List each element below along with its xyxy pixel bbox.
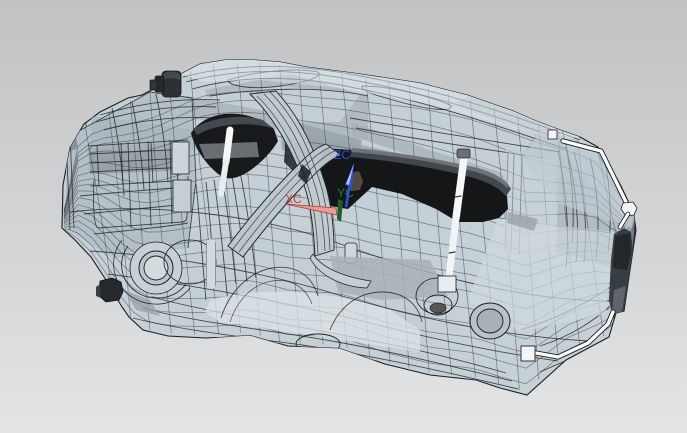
svg-text:ZC: ZC [334,148,350,162]
svg-text:XC: XC [285,192,302,206]
svg-text:YC: YC [337,186,354,200]
